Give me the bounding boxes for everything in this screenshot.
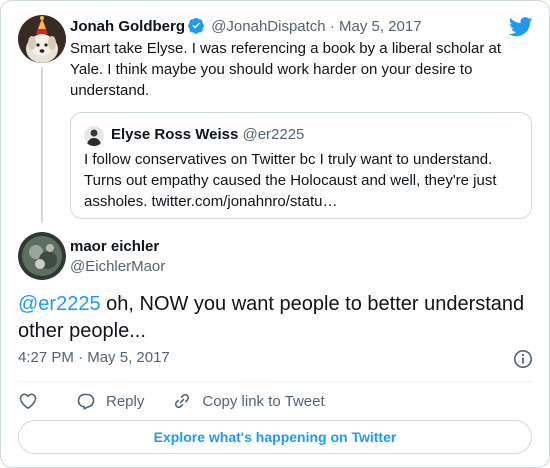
copy-link-button[interactable]: Copy link to Tweet <box>172 391 325 411</box>
verified-badge-icon <box>188 17 205 34</box>
tweet-date[interactable]: May 5, 2017 <box>339 18 422 35</box>
main-author-handle[interactable]: @EichlerMaor <box>70 257 165 277</box>
link-icon <box>175 393 190 409</box>
quoted-tweet-header: Elyse Ross Weiss @er2225 <box>111 125 304 145</box>
photo-avatar-icon <box>18 232 66 280</box>
heart-icon <box>19 393 37 409</box>
quoted-author-name: Elyse Ross Weiss <box>111 126 239 143</box>
main-author-name[interactable]: maor eichler <box>70 237 159 257</box>
separator: · <box>329 18 335 35</box>
avatar[interactable] <box>18 15 66 63</box>
parent-tweet-header: Jonah Goldberg @JonahDispatch · May 5, 2… <box>70 17 422 37</box>
author-name[interactable]: Jonah Goldberg <box>70 18 185 35</box>
twitter-bird-icon[interactable] <box>509 17 533 37</box>
parent-tweet-text: Smart take Elyse. I was referencing a bo… <box>70 40 502 99</box>
mention-link[interactable]: @er2225 <box>18 293 101 315</box>
separator: · <box>78 349 84 366</box>
thread-line <box>41 67 43 223</box>
quoted-tweet-text: I follow conservatives on Twitter bc I t… <box>84 151 497 210</box>
main-avatar[interactable] <box>18 232 66 280</box>
tweet-timestamp[interactable]: 4:27 PM · May 5, 2017 <box>18 348 170 368</box>
explore-button[interactable]: Explore what's happening on Twitter <box>18 420 532 454</box>
reply-button[interactable]: Reply <box>76 391 144 411</box>
main-tweet-text: @er2225 oh, NOW you want people to bette… <box>18 291 534 345</box>
tweet-time: 4:27 PM <box>18 349 74 366</box>
action-bar: Reply Copy link to Tweet <box>18 389 353 413</box>
like-button[interactable] <box>18 391 48 411</box>
dog-party-hat-avatar-icon <box>18 15 66 63</box>
info-icon[interactable] <box>513 349 533 369</box>
quoted-tweet[interactable]: Elyse Ross Weiss @er2225 I follow conser… <box>70 112 532 219</box>
tweet-embed-card: Jonah Goldberg @JonahDispatch · May 5, 2… <box>0 0 550 468</box>
copy-link-label: Copy link to Tweet <box>202 392 325 410</box>
person-avatar-icon <box>84 126 104 146</box>
tweet-date: May 5, 2017 <box>87 349 170 366</box>
quoted-author-handle: @er2225 <box>242 126 305 143</box>
quoted-avatar <box>84 126 104 146</box>
author-handle[interactable]: @JonahDispatch <box>211 18 325 35</box>
divider <box>18 381 532 382</box>
reply-icon <box>77 393 95 410</box>
reply-label: Reply <box>106 392 145 410</box>
